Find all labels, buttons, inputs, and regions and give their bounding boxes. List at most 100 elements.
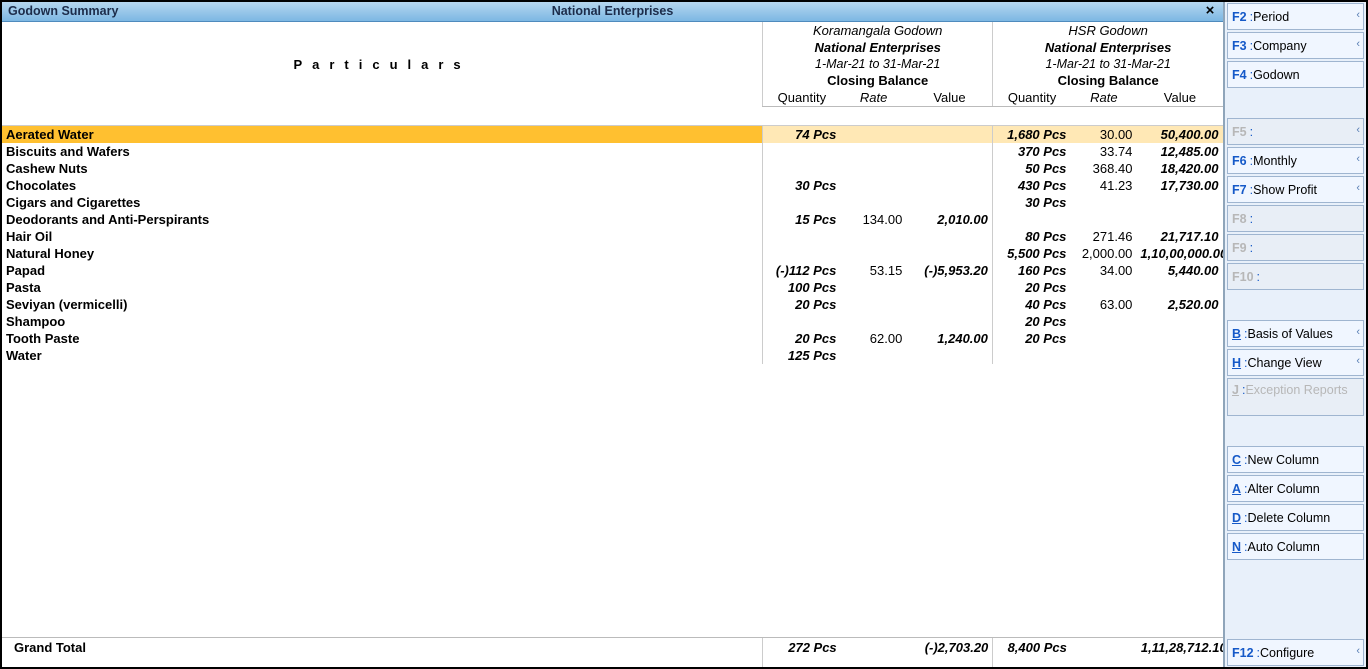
cell-rate: 368.40 <box>1070 160 1136 177</box>
cell-rate: 33.74 <box>1070 143 1136 160</box>
shortcut-key: C <box>1232 453 1241 467</box>
cell-rate <box>840 279 906 296</box>
cell-val <box>1136 211 1222 228</box>
cell-val <box>906 347 992 364</box>
sidebar-btn-f5: F5:‹ <box>1227 118 1364 145</box>
sidebar-btn-a-alter-column[interactable]: A:Alter Column <box>1227 475 1364 502</box>
cell-rate: 271.46 <box>1070 228 1136 245</box>
cell-qty: 1,680 Pcs <box>992 126 1070 143</box>
cell-val <box>906 194 992 211</box>
sidebar-btn-label: Company <box>1253 39 1307 53</box>
cell-qty <box>992 211 1070 228</box>
cell-qty: 5,500 Pcs <box>992 245 1070 262</box>
table-row[interactable]: Shampoo20 Pcs <box>2 313 1223 330</box>
cell-val <box>906 245 992 262</box>
table-row[interactable]: Aerated Water74 Pcs1,680 Pcs30.0050,400.… <box>2 126 1223 143</box>
close-icon[interactable]: × <box>1201 2 1219 20</box>
cell-rate <box>840 177 906 194</box>
sidebar-btn-f6-monthly[interactable]: F6:Monthly‹ <box>1227 147 1364 174</box>
sidebar-btn-f2-period[interactable]: F2:Period‹ <box>1227 3 1364 30</box>
table-row[interactable]: Water125 Pcs <box>2 347 1223 364</box>
table-row[interactable]: Seviyan (vermicelli)20 Pcs40 Pcs63.002,5… <box>2 296 1223 313</box>
chevron-left-icon: ‹ <box>1356 645 1360 657</box>
cell-rate <box>840 245 906 262</box>
table-row[interactable]: Chocolates30 Pcs 430 Pcs41.2317,730.00 <box>2 177 1223 194</box>
cell-qty <box>762 194 840 211</box>
sidebar-btn-b-basis-of-values[interactable]: B:Basis of Values‹ <box>1227 320 1364 347</box>
cell-qty: 430 Pcs <box>992 177 1070 194</box>
cell-val <box>1136 194 1222 211</box>
table-row[interactable]: Deodorants and Anti-Perspirants15 Pcs134… <box>2 211 1223 228</box>
shortcut-key: F8 <box>1232 212 1247 226</box>
sidebar-btn-h-change-view[interactable]: H:Change View‹ <box>1227 349 1364 376</box>
cell-val <box>1136 279 1222 296</box>
cell-val: 17,730.00 <box>1136 177 1222 194</box>
cell-rate <box>840 347 906 364</box>
item-name: Hair Oil <box>2 228 762 245</box>
cell-rate: 41.23 <box>1070 177 1136 194</box>
cell-qty: 100 Pcs <box>762 279 840 296</box>
table-row[interactable]: Pasta100 Pcs20 Pcs <box>2 279 1223 296</box>
shortcut-key: F3 <box>1232 39 1247 53</box>
table-row[interactable]: Tooth Paste20 Pcs62.001,240.0020 Pcs <box>2 330 1223 347</box>
godown-0-period: 1-Mar-21 to 31-Mar-21 <box>763 56 993 72</box>
cell-val <box>906 160 992 177</box>
cell-rate <box>840 194 906 211</box>
item-name: Tooth Paste <box>2 330 762 347</box>
column-headers: Particulars Koramangala Godown HSR Godow… <box>2 22 1223 126</box>
cell-val: 18,420.00 <box>1136 160 1222 177</box>
cell-qty <box>762 160 840 177</box>
shortcut-key: F9 <box>1232 241 1247 255</box>
sidebar-btn-f4-godown[interactable]: F4:Godown <box>1227 61 1364 88</box>
godown-1-company: National Enterprises <box>993 39 1223 56</box>
cell-val <box>906 177 992 194</box>
cell-rate <box>1070 211 1136 228</box>
table-row[interactable]: Natural Honey5,500 Pcs2,000.001,10,00,00… <box>2 245 1223 262</box>
chevron-left-icon: ‹ <box>1356 355 1360 367</box>
sidebar-btn-f9: F9: <box>1227 234 1364 261</box>
cell-qty: (-)112 Pcs <box>762 262 840 279</box>
table-row[interactable]: Hair Oil80 Pcs271.4621,717.10 <box>2 228 1223 245</box>
shortcut-key: N <box>1232 540 1241 554</box>
particulars-header: Particulars <box>2 22 763 107</box>
chevron-left-icon: ‹ <box>1356 182 1360 194</box>
col-qty-0: Quantity <box>763 89 841 107</box>
item-name: Chocolates <box>2 177 762 194</box>
sidebar-btn-f7-show-profit[interactable]: F7:Show Profit‹ <box>1227 176 1364 203</box>
item-name: Natural Honey <box>2 245 762 262</box>
sidebar-btn-label: Monthly <box>1253 154 1297 168</box>
cell-val <box>906 228 992 245</box>
cell-qty: 30 Pcs <box>762 177 840 194</box>
cell-qty: 50 Pcs <box>992 160 1070 177</box>
shortcut-key: F7 <box>1232 183 1247 197</box>
cell-val <box>906 279 992 296</box>
sidebar-btn-c-new-column[interactable]: C:New Column <box>1227 446 1364 473</box>
chevron-left-icon: ‹ <box>1356 153 1360 165</box>
shortcut-key: F4 <box>1232 68 1247 82</box>
item-name: Shampoo <box>2 313 762 330</box>
cell-rate <box>1070 330 1136 347</box>
main-panel: Godown Summary National Enterprises × Pa… <box>2 2 1224 667</box>
cell-rate <box>1070 313 1136 330</box>
total-g1-val: 1,11,28,712.10 <box>1137 638 1223 667</box>
col-val-1: Value <box>1137 89 1223 107</box>
item-name: Biscuits and Wafers <box>2 143 762 160</box>
grand-total-row: Grand Total 272 Pcs (-)2,703.20 8,400 Pc… <box>2 637 1223 667</box>
sidebar-btn-label: Alter Column <box>1248 482 1320 496</box>
shortcut-key: J <box>1232 383 1239 397</box>
sidebar-btn-f3-company[interactable]: F3:Company‹ <box>1227 32 1364 59</box>
chevron-left-icon: ‹ <box>1356 124 1360 136</box>
cell-qty: 20 Pcs <box>762 330 840 347</box>
shortcut-key: A <box>1232 482 1241 496</box>
cell-rate: 34.00 <box>1070 262 1136 279</box>
table-row[interactable]: Cashew Nuts50 Pcs368.4018,420.00 <box>2 160 1223 177</box>
sidebar-btn-d-delete-column[interactable]: D:Delete Column <box>1227 504 1364 531</box>
chevron-left-icon: ‹ <box>1356 9 1360 21</box>
sidebar-btn-n-auto-column[interactable]: N:Auto Column <box>1227 533 1364 560</box>
cell-val <box>906 296 992 313</box>
table-row[interactable]: Papad(-)112 Pcs53.15(-)5,953.20160 Pcs34… <box>2 262 1223 279</box>
table-row[interactable]: Cigars and Cigarettes30 Pcs <box>2 194 1223 211</box>
sidebar-btn-label: New Column <box>1248 453 1320 467</box>
table-row[interactable]: Biscuits and Wafers370 Pcs33.7412,485.00 <box>2 143 1223 160</box>
sidebar-btn-f12-configure[interactable]: F12:Configure‹ <box>1227 639 1364 666</box>
